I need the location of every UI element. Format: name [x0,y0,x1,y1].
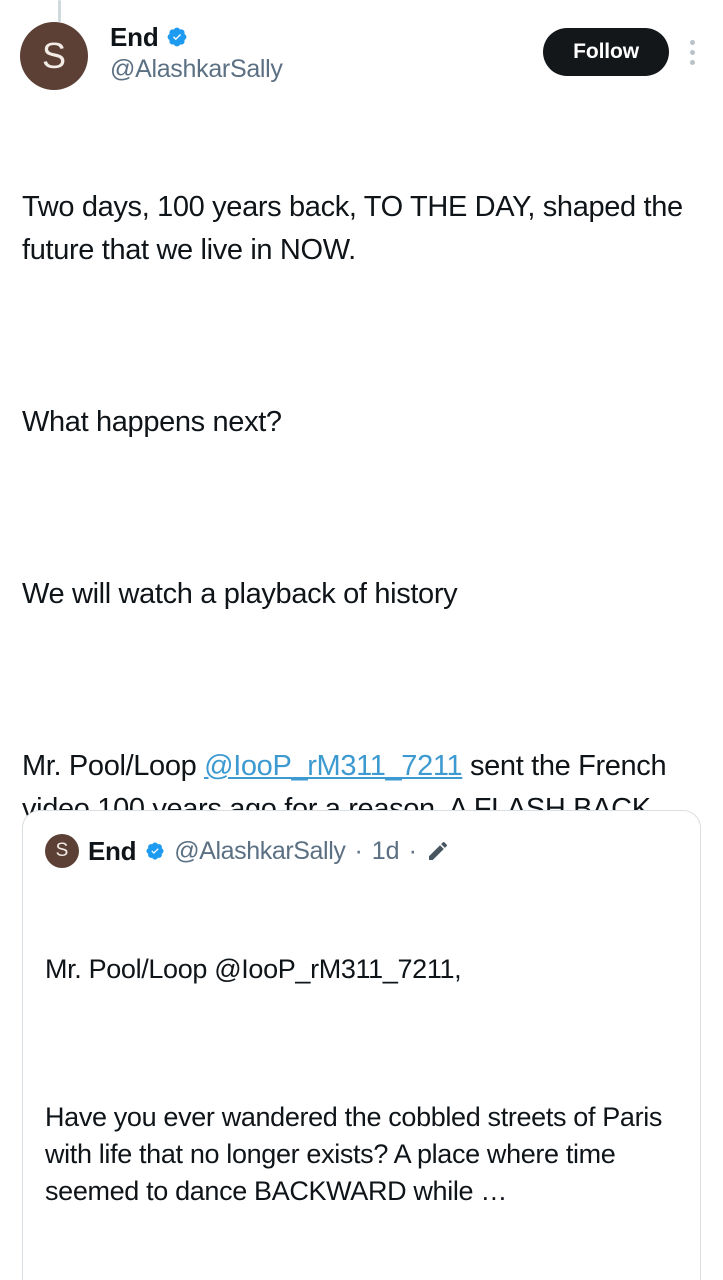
quoted-timestamp: 1d [371,836,400,865]
quoted-avatar: S [45,834,79,868]
quoted-separator: · [354,836,363,865]
tweet-paragraph: We will watch a playback of history [22,578,458,610]
author-identity: End @AlashkarSally [110,22,543,84]
quoted-paragraph: Mr. Pool/Loop @IooP_rM311_7211, [45,954,462,984]
more-options-icon[interactable] [675,28,709,76]
tweet-header: S End @AlashkarSally Follow [0,0,723,92]
tweet-detail-screen: S End @AlashkarSally Follow Two days, 10… [0,0,723,1280]
author-handle[interactable]: @AlashkarSally [110,55,543,84]
avatar[interactable]: S [20,22,88,90]
quoted-handle: @AlashkarSally [174,836,346,865]
quoted-paragraph: Have you ever wandered the cobbled stree… [45,1102,670,1206]
quoted-tweet-text: Mr. Pool/Loop @IooP_rM311_7211, Have you… [23,869,700,1280]
mention-link[interactable]: @IooP_rM311_7211 [204,750,463,782]
pencil-icon [428,841,447,860]
quoted-separator: · [408,836,417,865]
tweet-paragraph: Two days, 100 years back, TO THE DAY, sh… [22,191,691,266]
header-actions: Follow [543,28,709,76]
quoted-display-name: End [88,835,137,866]
verified-badge-icon [146,842,164,860]
follow-button[interactable]: Follow [543,28,669,76]
author-name-row: End [110,22,543,52]
author-display-name[interactable]: End [110,22,159,53]
quoted-tweet-card[interactable]: S End @AlashkarSally · 1d · Mr. Pool/Loo… [22,810,701,1280]
verified-badge-icon [167,27,186,47]
mention-prefix-text: Mr. Pool/Loop [22,750,205,782]
quoted-tweet-header: S End @AlashkarSally · 1d · [23,811,700,869]
tweet-paragraph: What happens next? [22,406,282,438]
